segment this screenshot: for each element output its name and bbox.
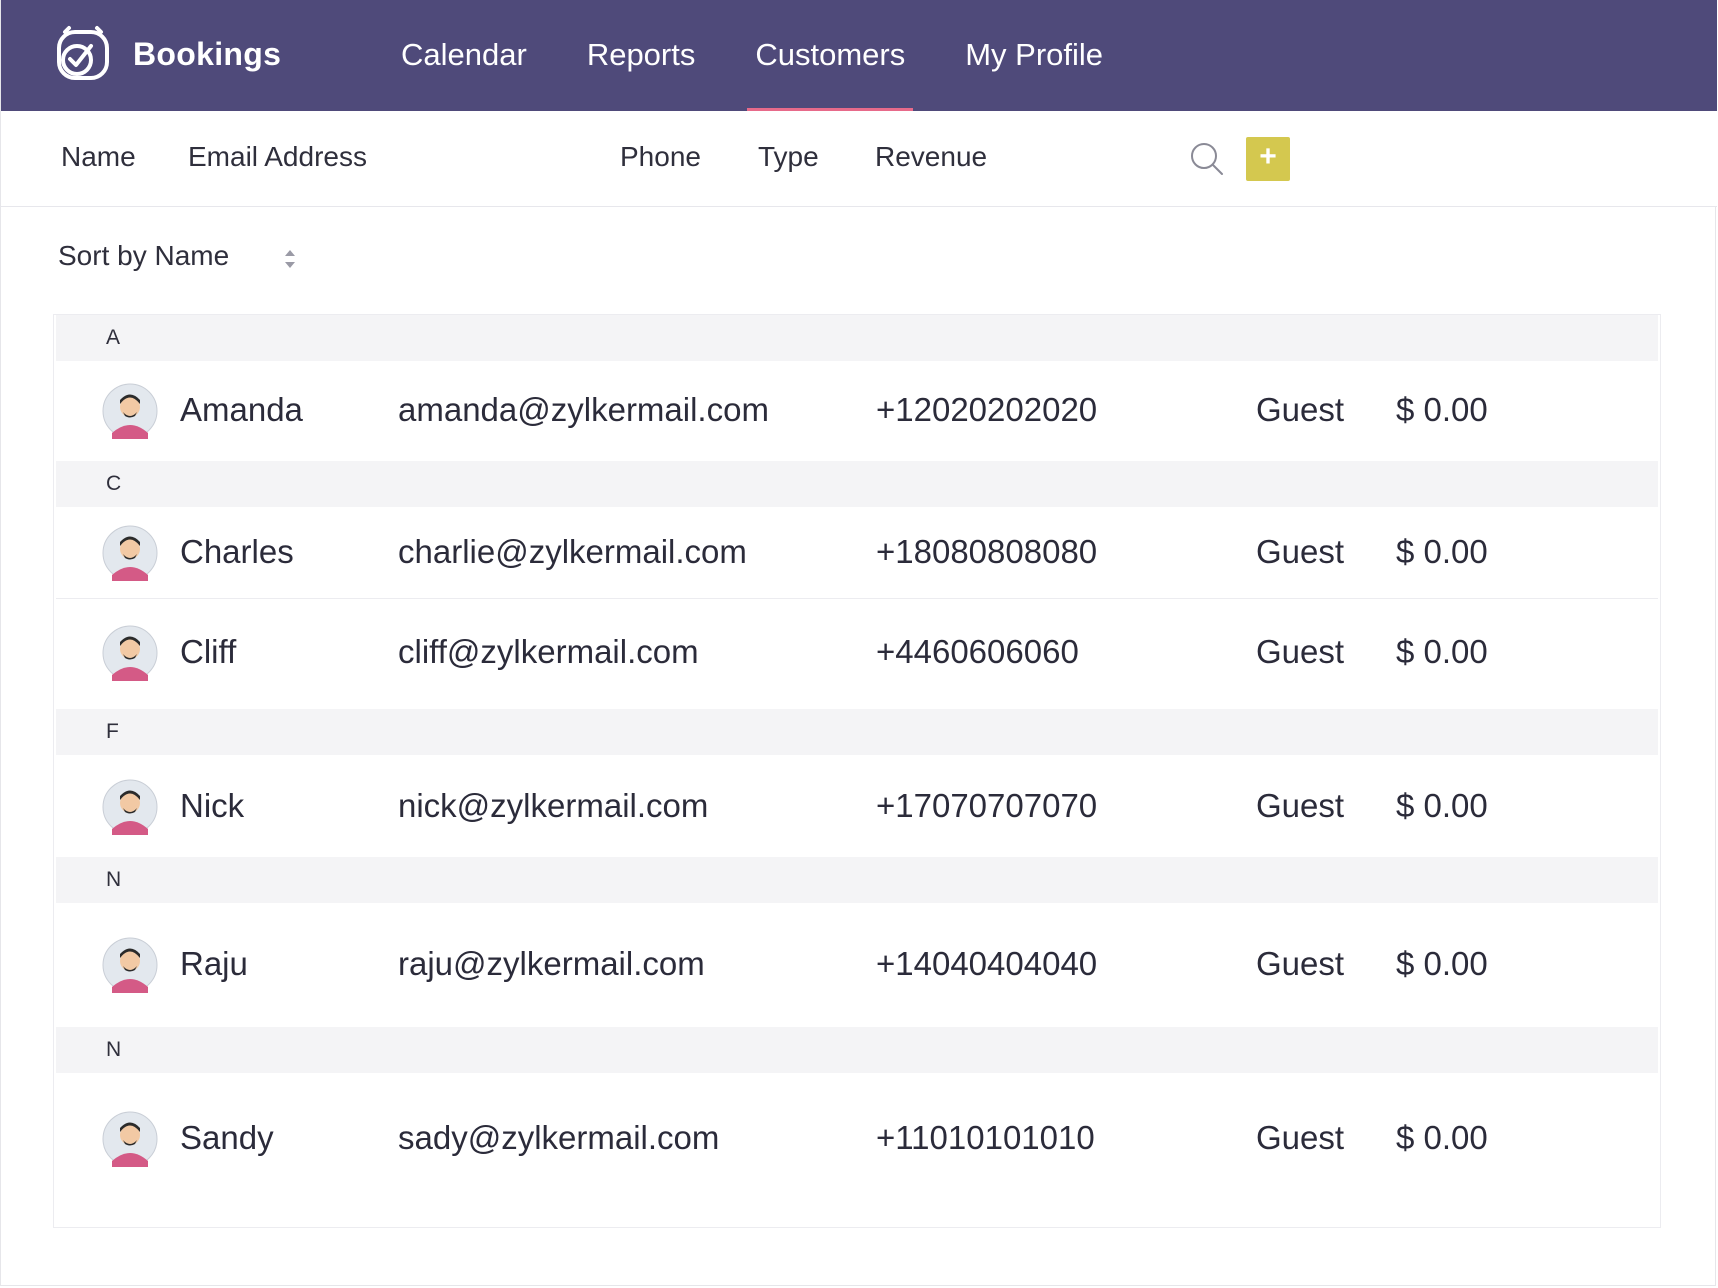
customer-email: charlie@zylkermail.com [398, 533, 747, 570]
column-header-type[interactable]: Type [758, 141, 819, 173]
customer-revenue: $ 0.00 [1396, 391, 1488, 428]
customer-type: Guest [1256, 391, 1345, 428]
group-header-n: N [56, 1027, 1658, 1073]
sort-arrows-icon [285, 250, 296, 268]
customer-type: Guest [1256, 533, 1345, 570]
group-header-f: F [56, 709, 1658, 755]
search-icon[interactable] [1189, 141, 1225, 177]
sort-label: Sort by Name [58, 240, 230, 271]
customer-row[interactable]: Charles charlie@zylkermail.com +18080808… [56, 507, 1658, 599]
brand[interactable]: Bookings [51, 22, 281, 86]
calendar-check-icon [57, 26, 109, 80]
avatar [102, 937, 158, 993]
avatar [102, 1111, 158, 1167]
avatar [102, 625, 158, 681]
customer-phone: +18080808080 [876, 533, 1098, 570]
top-nav-bar: Bookings Calendar Reports Customers My P… [1, 0, 1717, 111]
customer-row[interactable]: Sandy sady@zylkermail.com +11010101010 G… [56, 1073, 1658, 1203]
column-header-bar: Name Email Address Phone Type Revenue [1, 111, 1717, 207]
customer-revenue: $ 0.00 [1396, 533, 1488, 570]
customer-type: Guest [1256, 1119, 1345, 1156]
customer-email: raju@zylkermail.com [398, 945, 705, 982]
column-header-revenue[interactable]: Revenue [875, 141, 987, 173]
group-header-c: C [56, 461, 1658, 507]
customer-type: Guest [1256, 633, 1345, 670]
avatar [102, 779, 158, 835]
customer-name: Amanda [180, 391, 303, 428]
customer-phone: +12020202020 [876, 391, 1098, 428]
nav-calendar[interactable]: Calendar [393, 0, 535, 111]
main-nav: Calendar Reports Customers My Profile [393, 0, 1155, 111]
customer-name: Raju [180, 945, 248, 982]
column-header-email[interactable]: Email Address [188, 141, 367, 173]
customer-revenue: $ 0.00 [1396, 633, 1488, 670]
sort-control[interactable]: Sort by Name [58, 240, 297, 272]
column-header-phone[interactable]: Phone [620, 141, 701, 173]
customer-type: Guest [1256, 787, 1345, 824]
customer-name: Sandy [180, 1119, 274, 1156]
customer-row[interactable]: Amanda amanda@zylkermail.com +1202020202… [56, 361, 1658, 461]
customer-name: Nick [180, 787, 245, 824]
customer-phone: +14040404040 [876, 945, 1098, 982]
nav-customers[interactable]: Customers [747, 0, 914, 111]
customer-type: Guest [1256, 945, 1345, 982]
group-header-n: N [56, 857, 1658, 903]
customer-phone: +11010101010 [876, 1119, 1095, 1156]
customer-revenue: $ 0.00 [1396, 945, 1488, 982]
column-header-name[interactable]: Name [61, 141, 136, 173]
customer-name: Charles [180, 533, 294, 570]
customer-phone: +4460606060 [876, 633, 1079, 670]
customer-revenue: $ 0.00 [1396, 787, 1488, 824]
customer-name: Cliff [180, 633, 237, 670]
customer-email: amanda@zylkermail.com [398, 391, 769, 428]
avatar [102, 383, 158, 439]
customer-revenue: $ 0.00 [1396, 1119, 1488, 1156]
nav-reports[interactable]: Reports [579, 0, 704, 111]
customer-row[interactable]: Nick nick@zylkermail.com +17070707070 Gu… [56, 755, 1658, 857]
customer-list: A Amanda amanda@zylkermail.com +12020202… [53, 314, 1661, 1228]
app-title: Bookings [133, 35, 282, 72]
avatar [102, 525, 158, 581]
group-header-a: A [56, 315, 1658, 361]
customer-row[interactable]: Raju raju@zylkermail.com +14040404040 Gu… [56, 903, 1658, 1027]
customer-row[interactable]: Cliff cliff@zylkermail.com +4460606060 G… [56, 599, 1658, 709]
add-customer-button[interactable]: + [1246, 137, 1290, 181]
customer-phone: +17070707070 [876, 787, 1098, 824]
customer-email: sady@zylkermail.com [398, 1119, 720, 1156]
customer-email: cliff@zylkermail.com [398, 633, 699, 670]
customer-email: nick@zylkermail.com [398, 787, 709, 824]
nav-my-profile[interactable]: My Profile [957, 0, 1111, 111]
